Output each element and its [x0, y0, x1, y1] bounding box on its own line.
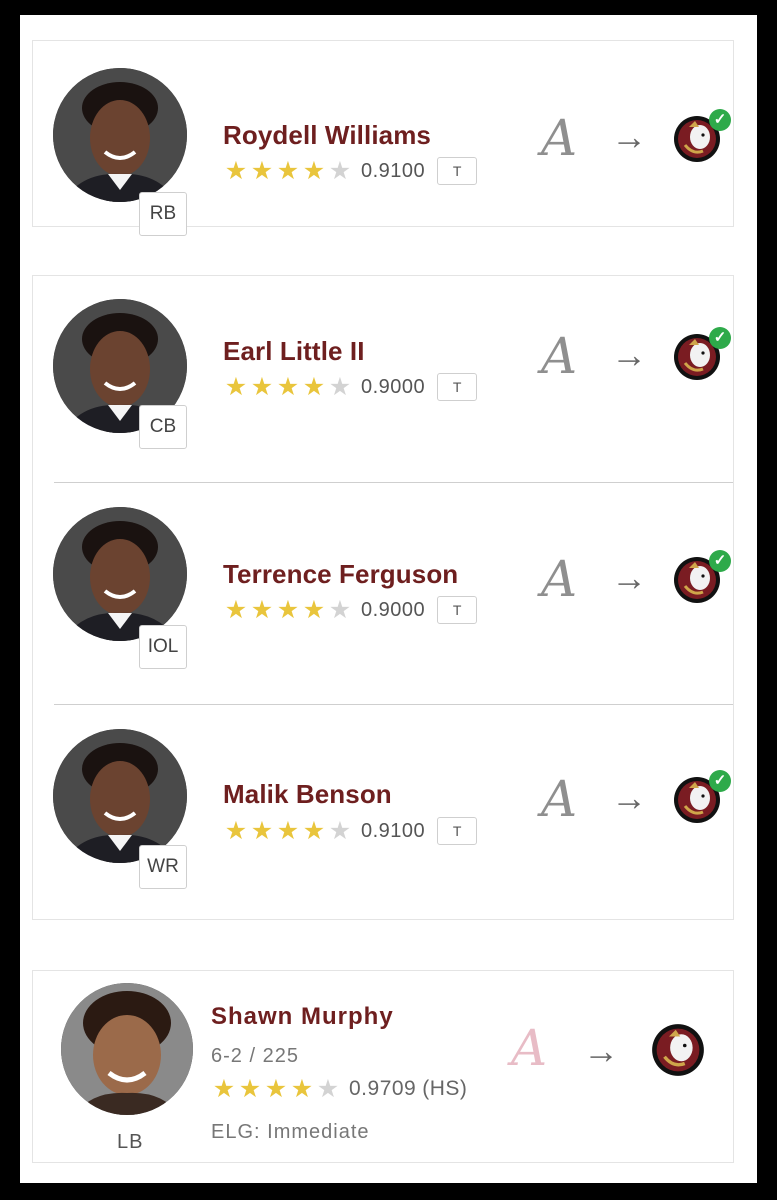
- star-filled-icon: ★: [302, 157, 326, 185]
- fsu-seminole-head-icon: [652, 1024, 704, 1076]
- star-filled-icon: ★: [250, 817, 274, 845]
- star-rating: ★ ★ ★ ★ ★: [223, 373, 353, 401]
- position-badge: CB: [139, 405, 187, 449]
- committed-check-icon: ✓: [709, 770, 731, 792]
- transfer-path: A → ✓: [541, 107, 741, 171]
- star-empty-icon: ★: [316, 1075, 340, 1103]
- committed-check-icon: ✓: [709, 550, 731, 572]
- rating-score: 0.9000: [361, 598, 426, 621]
- committed-check-icon: ✓: [709, 327, 731, 349]
- player-row[interactable]: WR Malik Benson ★ ★ ★ ★ ★ 0.9100 T A → ✓: [33, 705, 733, 921]
- star-filled-icon: ★: [264, 1075, 288, 1103]
- star-empty-icon: ★: [328, 596, 352, 624]
- player-name[interactable]: Earl Little II: [223, 336, 365, 367]
- transfer-badge: T: [437, 157, 478, 185]
- alabama-script-a-icon: A: [541, 327, 578, 385]
- star-filled-icon: ★: [302, 596, 326, 624]
- player-name[interactable]: Roydell Williams: [223, 120, 431, 151]
- rating-line: ★ ★ ★ ★ ★ 0.9100 T: [223, 157, 478, 185]
- star-filled-icon: ★: [250, 373, 274, 401]
- player-name[interactable]: Shawn Murphy: [211, 1003, 394, 1031]
- transfer-path: A → ✓: [541, 768, 741, 832]
- alabama-script-a-icon: A: [511, 1019, 548, 1077]
- star-empty-icon: ★: [328, 157, 352, 185]
- position-badge: WR: [139, 845, 187, 889]
- position-label: LB: [117, 1131, 144, 1153]
- rating-suffix: (HS): [422, 1077, 468, 1100]
- transfer-path: A →: [511, 1019, 711, 1083]
- arrow-right-icon: →: [611, 777, 647, 818]
- arrow-right-icon: →: [611, 116, 647, 157]
- star-filled-icon: ★: [224, 817, 248, 845]
- star-filled-icon: ★: [212, 1075, 236, 1103]
- arrow-right-icon: →: [583, 1030, 619, 1071]
- transfer-badge: T: [437, 817, 478, 845]
- player-name[interactable]: Terrence Ferguson: [223, 559, 458, 590]
- star-rating: ★ ★ ★ ★ ★: [223, 596, 353, 624]
- star-filled-icon: ★: [276, 596, 300, 624]
- star-rating: ★ ★ ★ ★ ★: [211, 1075, 341, 1103]
- player-row[interactable]: RB Roydell Williams ★ ★ ★ ★ ★ 0.9100 T A → ✓: [33, 41, 733, 236]
- player-avatar: [53, 507, 187, 641]
- star-filled-icon: ★: [224, 596, 248, 624]
- rating-score: 0.9100: [361, 159, 426, 182]
- player-avatar: [53, 68, 187, 202]
- star-filled-icon: ★: [224, 373, 248, 401]
- alabama-script-a-icon: A: [541, 550, 578, 608]
- rating-score: 0.9100: [361, 819, 426, 842]
- star-filled-icon: ★: [238, 1075, 262, 1103]
- player-card-group: CB Earl Little II ★ ★ ★ ★ ★ 0.9000 T A → ✓: [32, 275, 734, 920]
- transfer-badge: T: [437, 596, 478, 624]
- arrow-right-icon: →: [611, 334, 647, 375]
- star-filled-icon: ★: [224, 157, 248, 185]
- star-filled-icon: ★: [250, 596, 274, 624]
- featured-player-card[interactable]: LB Shawn Murphy 6-2 / 225 ★ ★ ★ ★ ★ 0.9709 (…: [32, 970, 734, 1163]
- player-avatar: [61, 983, 193, 1115]
- star-filled-icon: ★: [250, 157, 274, 185]
- star-empty-icon: ★: [328, 817, 352, 845]
- rating-line: ★ ★ ★ ★ ★ 0.9100 T: [223, 817, 478, 845]
- star-filled-icon: ★: [302, 817, 326, 845]
- rating-score: 0.9709: [349, 1077, 417, 1100]
- transfer-path: A → ✓: [541, 325, 741, 389]
- star-filled-icon: ★: [302, 373, 326, 401]
- star-filled-icon: ★: [276, 817, 300, 845]
- transfer-list-screenshot: RB Roydell Williams ★ ★ ★ ★ ★ 0.9100 T A → ✓: [20, 15, 757, 1183]
- star-filled-icon: ★: [290, 1075, 314, 1103]
- player-row[interactable]: CB Earl Little II ★ ★ ★ ★ ★ 0.9000 T A → ✓: [33, 276, 733, 482]
- star-rating: ★ ★ ★ ★ ★: [223, 817, 353, 845]
- player-name[interactable]: Malik Benson: [223, 779, 392, 810]
- player-row[interactable]: IOL Terrence Ferguson ★ ★ ★ ★ ★ 0.9000 T A →…: [33, 483, 733, 704]
- committed-check-icon: ✓: [709, 109, 731, 131]
- eligibility-status: ELG: Immediate: [211, 1121, 370, 1143]
- position-badge: RB: [139, 192, 187, 236]
- alabama-script-a-icon: A: [541, 770, 578, 828]
- rating-line: ★ ★ ★ ★ ★ 0.9709 (HS): [211, 1075, 467, 1103]
- player-avatar: [53, 729, 187, 863]
- rating-line: ★ ★ ★ ★ ★ 0.9000 T: [223, 373, 478, 401]
- rating-line: ★ ★ ★ ★ ★ 0.9000 T: [223, 596, 478, 624]
- alabama-script-a-icon: A: [541, 109, 578, 167]
- arrow-right-icon: →: [611, 557, 647, 598]
- star-filled-icon: ★: [276, 157, 300, 185]
- star-empty-icon: ★: [328, 373, 352, 401]
- rating-score: 0.9000: [361, 375, 426, 398]
- transfer-badge: T: [437, 373, 478, 401]
- star-filled-icon: ★: [276, 373, 300, 401]
- transfer-path: A → ✓: [541, 548, 741, 612]
- player-measurements: 6-2 / 225: [211, 1045, 299, 1067]
- star-rating: ★ ★ ★ ★ ★: [223, 157, 353, 185]
- position-badge: IOL: [139, 625, 187, 669]
- player-card[interactable]: RB Roydell Williams ★ ★ ★ ★ ★ 0.9100 T A → ✓: [32, 40, 734, 236]
